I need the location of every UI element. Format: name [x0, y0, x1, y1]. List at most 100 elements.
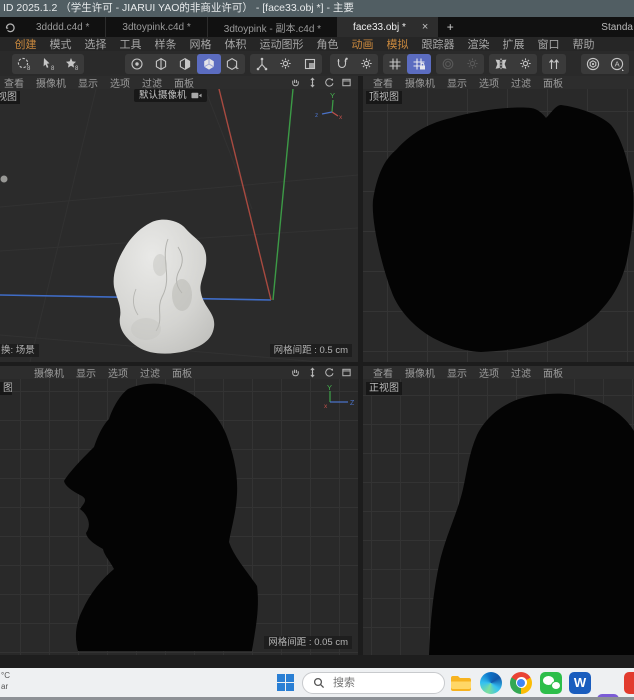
zoom-icon[interactable]: [307, 77, 318, 88]
camera-selector[interactable]: 默认摄像机: [134, 89, 207, 102]
vp-menu-options[interactable]: 选项: [473, 75, 505, 90]
layout-preset-selector[interactable]: Standa: [601, 22, 634, 33]
vp-menu-view[interactable]: 查看: [0, 75, 30, 90]
red-app-icon[interactable]: [624, 671, 634, 694]
vp-menu-panel[interactable]: 面板: [168, 75, 200, 90]
tab-close-icon[interactable]: ×: [422, 21, 428, 33]
vp-menu-display[interactable]: 显示: [70, 365, 102, 380]
start-button[interactable]: [277, 674, 294, 691]
pan-icon[interactable]: [290, 77, 301, 88]
scan-silhouette-profile[interactable]: [64, 383, 258, 651]
vp-menu-camera[interactable]: 摄像机: [399, 365, 441, 380]
menu-help[interactable]: 帮助: [566, 36, 601, 52]
viewport-front-canvas[interactable]: 正视图: [363, 379, 634, 655]
lasso-selection-icon[interactable]: 8: [60, 54, 84, 74]
move-selection-icon[interactable]: 8: [36, 54, 60, 74]
menu-character[interactable]: 角色: [310, 36, 345, 52]
zoom-icon[interactable]: [307, 367, 318, 378]
auto-workplane-icon[interactable]: A: [605, 54, 629, 74]
menu-simulate[interactable]: 模拟: [380, 36, 415, 52]
window-titlebar[interactable]: ID 2025.1.2 （学生许可 - JIARUI YAO的非商业许可） - …: [0, 0, 634, 17]
vp-menu-camera[interactable]: 摄像机: [30, 75, 72, 90]
scan-object-bust[interactable]: [113, 219, 215, 354]
viewport-front[interactable]: 查看 摄像机 显示 选项 过滤 面板 正视图: [363, 366, 634, 655]
polygons-mode-icon[interactable]: [173, 54, 197, 74]
scan-silhouette-front[interactable]: [429, 393, 634, 655]
file-explorer-icon[interactable]: [450, 672, 472, 694]
menu-spline[interactable]: 样条: [148, 36, 183, 52]
menu-volume[interactable]: 体积: [218, 36, 253, 52]
vp-menu-view[interactable]: 查看: [367, 365, 399, 380]
vp-menu-filter[interactable]: 过滤: [505, 75, 537, 90]
search-input[interactable]: [331, 675, 425, 690]
model-mode-icon[interactable]: [196, 53, 221, 74]
vp-menu-view[interactable]: 查看: [367, 75, 399, 90]
modeling-axis-icon[interactable]: [542, 54, 566, 74]
scan-silhouette-top[interactable]: [372, 105, 634, 352]
new-tab-button[interactable]: +: [438, 17, 462, 37]
tab-document-1[interactable]: 3dddd.c4d *: [20, 17, 105, 37]
menu-create[interactable]: 创建: [8, 36, 43, 52]
vp-menu-panel[interactable]: 面板: [537, 365, 569, 380]
menu-select[interactable]: 选择: [78, 36, 113, 52]
wechat-icon[interactable]: [540, 671, 562, 694]
viewport-right[interactable]: 摄像机 显示 选项 过滤 面板 图 Y Z x 网格间距: 0.05 cm: [0, 366, 358, 655]
rotate-icon[interactable]: [324, 367, 335, 378]
viewport-right-canvas[interactable]: 图 Y Z x 网格间距 : 0.05 cm: [0, 379, 358, 655]
rotate-icon[interactable]: [324, 77, 335, 88]
axis-mode-icon[interactable]: [250, 54, 274, 74]
rotation-quantize-icon[interactable]: [436, 54, 460, 74]
symmetry-icon[interactable]: [489, 54, 513, 74]
menu-render[interactable]: 渲染: [461, 36, 496, 52]
tab-document-active[interactable]: face33.obj * ×: [337, 17, 439, 37]
menu-tools[interactable]: 工具: [113, 36, 148, 52]
viewport-top-canvas[interactable]: 顶视图: [363, 89, 634, 362]
viewport-top[interactable]: 查看 摄像机 显示 选项 过滤 面板 顶视图: [363, 76, 634, 362]
menu-mograph[interactable]: 运动图形: [253, 36, 310, 52]
chrome-browser-icon[interactable]: [510, 671, 532, 694]
vp-menu-options[interactable]: 选项: [473, 365, 505, 380]
menu-window[interactable]: 窗口: [531, 36, 566, 52]
vp-menu-display[interactable]: 显示: [72, 75, 104, 90]
edge-browser-icon[interactable]: [480, 671, 502, 694]
symmetry-settings-gear-icon[interactable]: [513, 54, 537, 74]
vp-menu-camera[interactable]: 摄像机: [399, 75, 441, 90]
pan-icon[interactable]: [290, 367, 301, 378]
viewport-perspective-canvas[interactable]: 视图 默认摄像机 Y x z 换: 场景 网格间距 : 0.5 cm: [0, 89, 358, 362]
toggle-maximize-icon[interactable]: [341, 367, 352, 378]
menu-mesh[interactable]: 网格: [183, 36, 218, 52]
workplane-icon[interactable]: [298, 54, 322, 74]
viewport-perspective[interactable]: 查看 摄像机 显示 选项 过滤 面板 视图 默认摄像机 Y x z 换: 场景 …: [0, 76, 358, 362]
vp-menu-filter[interactable]: 过滤: [505, 365, 537, 380]
snap-magnet-icon[interactable]: [330, 54, 354, 74]
tab-document-3[interactable]: 3dtoypink - 副本.c4d *: [206, 17, 337, 37]
menu-tracker[interactable]: 跟踪器: [415, 36, 461, 52]
vp-menu-filter[interactable]: 过滤: [134, 365, 166, 380]
toggle-maximize-icon[interactable]: [341, 77, 352, 88]
vp-menu-options[interactable]: 选项: [104, 75, 136, 90]
vp-menu-panel[interactable]: 面板: [537, 75, 569, 90]
points-mode-icon[interactable]: [125, 54, 149, 74]
live-selection-icon[interactable]: 8: [12, 54, 36, 74]
menu-animate[interactable]: 动画: [345, 36, 380, 52]
axis-settings-gear-icon[interactable]: [274, 54, 298, 74]
quantize-lock-icon[interactable]: [407, 53, 432, 74]
grid-snap-icon[interactable]: [383, 54, 407, 74]
vp-menu-filter[interactable]: 过滤: [136, 75, 168, 90]
edges-mode-icon[interactable]: [149, 54, 173, 74]
taskbar-search[interactable]: [302, 671, 445, 694]
vp-menu-options[interactable]: 选项: [102, 365, 134, 380]
vp-menu-camera[interactable]: 摄像机: [28, 365, 70, 380]
word-icon[interactable]: W: [569, 671, 591, 694]
texture-mode-icon[interactable]: [221, 54, 245, 74]
menu-extensions[interactable]: 扩展: [496, 36, 531, 52]
vp-menu-panel[interactable]: 面板: [166, 365, 198, 380]
vp-menu-display[interactable]: 显示: [441, 365, 473, 380]
layout-home-icon[interactable]: [0, 17, 20, 37]
workplane-badge-icon[interactable]: [581, 54, 605, 74]
rotation-quantize-settings-gear-icon[interactable]: [460, 54, 484, 74]
vp-menu-display[interactable]: 显示: [441, 75, 473, 90]
snap-settings-gear-icon[interactable]: [354, 54, 378, 74]
menu-mode[interactable]: 模式: [43, 36, 78, 52]
tab-document-2[interactable]: 3dtoypink.c4d *: [105, 17, 206, 37]
